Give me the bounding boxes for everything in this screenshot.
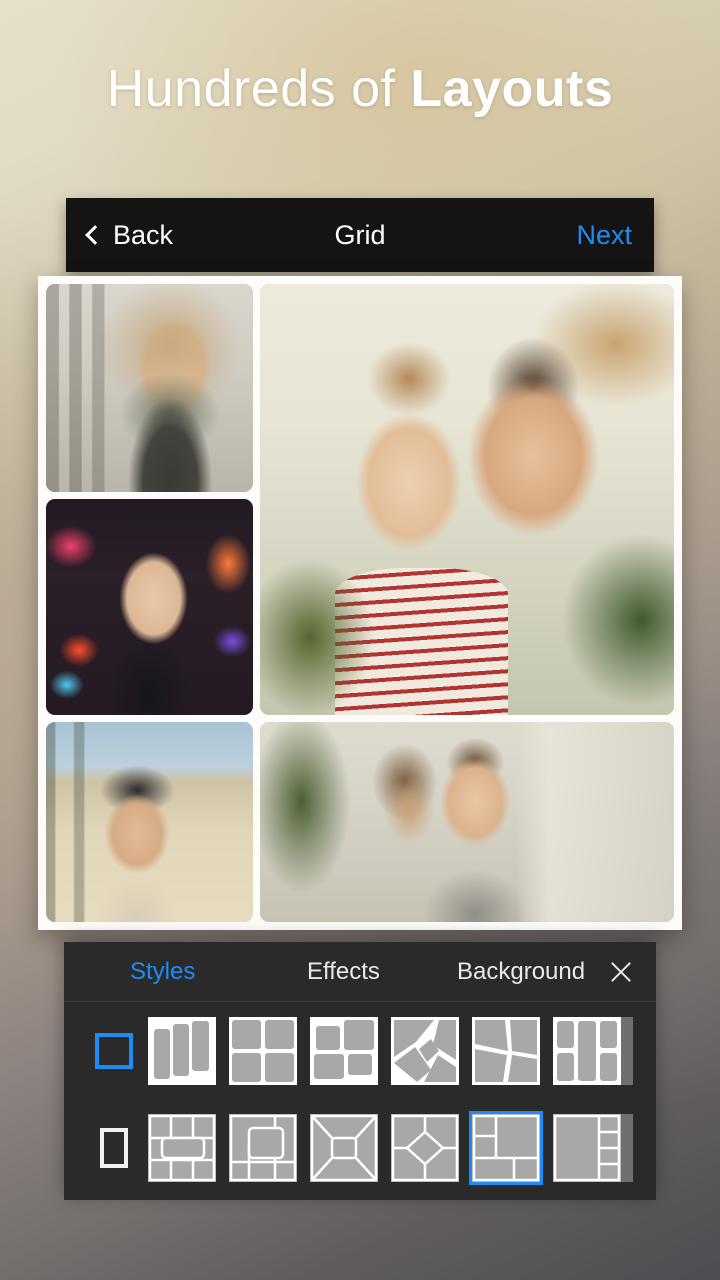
photo-woman-neon: [46, 499, 253, 715]
striped-shirt-detail: [334, 568, 509, 715]
collage-cell-5[interactable]: [260, 722, 674, 922]
photo-couple-sagrada: [260, 284, 674, 715]
tab-effects[interactable]: Effects: [307, 958, 380, 986]
portrait-aspect-button[interactable]: [80, 1127, 148, 1168]
tab-bar: Styles Effects Background: [64, 942, 656, 1002]
photo-couple-kiss: [260, 722, 674, 922]
headline-regular: Hundreds of: [106, 60, 411, 118]
layout-thumbnails-row-1: [148, 1016, 621, 1085]
layout-thumb-diagonal-diamond[interactable]: [391, 1016, 459, 1085]
layout-thumb-skewed-quad[interactable]: [472, 1016, 540, 1085]
app-screenshot: Hundreds of Layouts Back Grid Next Style…: [0, 0, 720, 1280]
portrait-aspect-icon: [100, 1127, 128, 1168]
square-aspect-button[interactable]: [80, 1032, 148, 1069]
collage-left-column: [46, 284, 253, 922]
collage-canvas[interactable]: [38, 276, 682, 930]
thumbnail-scroll-edge[interactable]: [621, 1016, 633, 1085]
back-button[interactable]: Back: [85, 219, 174, 251]
close-icon[interactable]: [608, 959, 634, 985]
tab-styles[interactable]: Styles: [130, 958, 195, 986]
thumbnail-scroll-edge-2[interactable]: [621, 1113, 633, 1182]
page-title: Hundreds of Layouts: [0, 56, 720, 122]
layout-thumb-pinwheel-four[interactable]: [310, 1016, 378, 1085]
back-label: Back: [113, 219, 174, 250]
collage-cell-3[interactable]: [46, 722, 253, 922]
layout-thumb-two-by-two-grid[interactable]: [229, 1016, 297, 1085]
headline-bold: Layouts: [410, 60, 614, 118]
layout-thumb-offset-overlapping-rect[interactable]: [229, 1113, 297, 1182]
collage-cell-1[interactable]: [46, 284, 253, 492]
layout-thumb-three-columns-split-sides[interactable]: [553, 1016, 621, 1085]
square-aspect-icon: [95, 1032, 133, 1069]
layout-thumb-three-offset-columns[interactable]: [148, 1016, 216, 1085]
collage-cell-4[interactable]: [260, 284, 674, 715]
layout-thumb-perspective-frame[interactable]: [310, 1113, 378, 1182]
layout-row-square: [64, 1002, 656, 1099]
navigation-bar: Back Grid Next: [66, 198, 654, 272]
collage-right-column: [260, 284, 674, 922]
next-button[interactable]: Next: [576, 220, 632, 251]
collage-cell-2[interactable]: [46, 499, 253, 715]
layout-thumb-grid-with-center-overlay[interactable]: [148, 1113, 216, 1182]
chevron-left-icon: [85, 225, 105, 245]
layout-row-portrait: [64, 1099, 656, 1196]
bottom-panel: Styles Effects Background: [64, 942, 656, 1200]
photo-woman-beach: [46, 722, 253, 922]
layout-thumb-left-stack-big-right[interactable]: [469, 1110, 543, 1185]
layout-thumbnails-row-2: [148, 1110, 621, 1185]
layout-thumb-big-left-four-right-strips[interactable]: [553, 1113, 621, 1182]
photo-woman-arches: [46, 284, 253, 492]
layout-thumb-center-diamond[interactable]: [391, 1113, 459, 1182]
tab-background[interactable]: Background: [457, 958, 585, 986]
